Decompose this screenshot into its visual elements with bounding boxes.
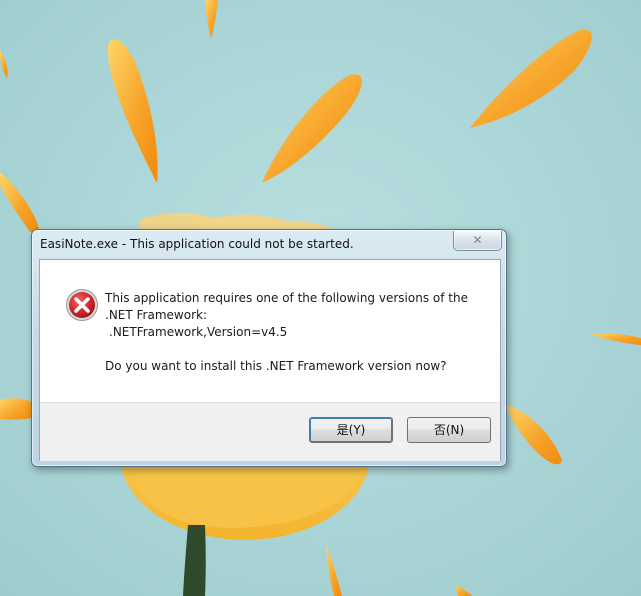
button-bar: 是(Y) 否(N) xyxy=(40,402,500,461)
dialog-titlebar[interactable]: EasiNote.exe - This application could no… xyxy=(32,230,506,258)
dialog-content: This application requires one of the fol… xyxy=(39,259,501,461)
yes-button[interactable]: 是(Y) xyxy=(309,417,393,443)
error-dialog: EasiNote.exe - This application could no… xyxy=(31,229,507,467)
install-question: Do you want to install this .NET Framewo… xyxy=(105,359,447,373)
message-line: This application requires one of the fol… xyxy=(105,291,468,305)
petal-shape xyxy=(0,398,31,420)
dialog-message: This application requires one of the fol… xyxy=(105,290,490,375)
no-button[interactable]: 否(N) xyxy=(407,417,491,443)
error-icon xyxy=(66,289,98,321)
framework-version-text: .NETFramework,Version=v4.5 xyxy=(109,325,288,339)
close-button[interactable]: ✕ xyxy=(453,231,502,251)
message-line: .NET Framework: xyxy=(105,308,207,322)
dialog-title: EasiNote.exe - This application could no… xyxy=(40,237,354,251)
close-icon: ✕ xyxy=(472,233,483,247)
